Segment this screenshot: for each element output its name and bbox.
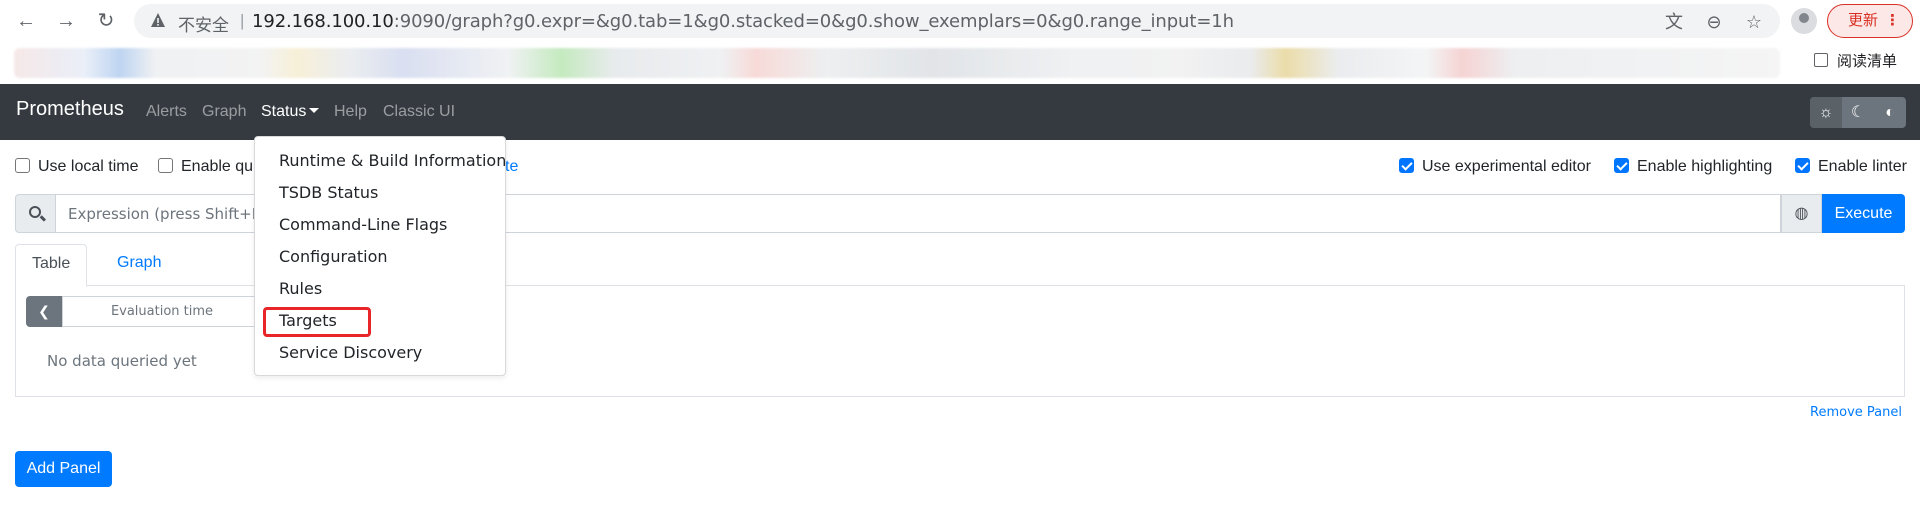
linter-label: Enable linter [1818, 158, 1907, 175]
enable-query-history-label: Enable qu [181, 158, 254, 175]
menu-item-configuration[interactable]: Configuration [279, 247, 388, 266]
reload-icon[interactable]: ↻ [94, 9, 118, 33]
bookmarks-bar [0, 42, 1920, 84]
menu-item-service-discovery[interactable]: Service Discovery [279, 343, 422, 362]
add-panel-button[interactable]: Add Panel [15, 451, 112, 487]
url-path: :9090/graph?g0.expr=&g0.tab=1&g0.stacked… [393, 11, 1234, 32]
highlighting-option[interactable]: Enable highlighting [1614, 158, 1772, 176]
menu-item-rules[interactable]: Rules [279, 279, 322, 298]
linter-option[interactable]: Enable linter [1795, 158, 1907, 176]
highlighting-label: Enable highlighting [1637, 158, 1773, 175]
use-local-time-option[interactable]: Use local time [15, 158, 138, 176]
tab-table[interactable]: Table [15, 244, 88, 287]
search-icon [29, 206, 41, 218]
caret-down-icon [309, 108, 320, 113]
nav-graph[interactable]: Graph [202, 103, 246, 121]
reading-list-button[interactable]: 阅读清单 [1814, 50, 1897, 71]
url-host: 192.168.100.10 [252, 11, 394, 32]
menu-item-runtime-build[interactable]: Runtime & Build Information [279, 151, 506, 170]
translate-icon[interactable]: 文 [1664, 12, 1684, 32]
zoom-icon[interactable]: ⊖ [1704, 12, 1724, 32]
experimental-editor-checkbox[interactable] [1399, 158, 1414, 173]
url-text[interactable]: 192.168.100.10:9090/graph?g0.expr=&g0.ta… [252, 11, 1234, 32]
enable-query-history-checkbox[interactable] [158, 158, 173, 173]
profile-avatar-icon[interactable] [1791, 8, 1817, 34]
tab-graph[interactable]: Graph [101, 244, 177, 286]
bookmark-star-icon[interactable]: ☆ [1744, 12, 1764, 32]
nav-help[interactable]: Help [334, 103, 367, 121]
sun-icon[interactable]: ☼ [1810, 97, 1842, 128]
highlighting-checkbox[interactable] [1614, 158, 1629, 173]
prometheus-navbar: Prometheus Alerts Graph Status Help Clas… [0, 84, 1920, 140]
search-addon [15, 194, 56, 233]
nav-alerts[interactable]: Alerts [146, 103, 187, 121]
enable-query-history-option[interactable]: Enable qu [158, 158, 253, 176]
nav-status-label: Status [261, 103, 307, 120]
address-bar[interactable]: 不安全 | 192.168.100.10:9090/graph?g0.expr=… [134, 4, 1780, 38]
experimental-editor-option[interactable]: Use experimental editor [1399, 158, 1591, 176]
experimental-editor-label: Use experimental editor [1422, 158, 1591, 175]
nav-classic-ui[interactable]: Classic UI [383, 103, 455, 121]
theme-toggle-group: ☼ ☾ ◐ [1810, 97, 1906, 128]
update-button[interactable]: 更新 ⋮ [1827, 4, 1913, 38]
remove-panel-link[interactable]: Remove Panel [1810, 405, 1902, 420]
reading-list-label: 阅读清单 [1837, 52, 1898, 70]
more-menu-icon: ⋮ [1885, 11, 1900, 29]
menu-item-command-line-flags[interactable]: Command-Line Flags [279, 215, 447, 234]
blurred-bookmarks [14, 48, 1780, 78]
status-dropdown-menu: Runtime & Build Information TSDB Status … [254, 136, 506, 376]
half-circle-icon[interactable]: ◐ [1874, 97, 1906, 128]
browser-toolbar: ← → ↻ 不安全 | 192.168.100.10:9090/graph?g0… [0, 0, 1920, 42]
execute-button[interactable]: Execute [1822, 194, 1905, 233]
evaluation-time-input[interactable]: Evaluation time [62, 296, 262, 327]
no-data-message: No data queried yet [47, 352, 197, 370]
use-local-time-checkbox[interactable] [15, 158, 30, 173]
use-local-time-label: Use local time [38, 158, 139, 175]
update-label: 更新 [1848, 11, 1879, 29]
insecure-label: 不安全 [178, 16, 229, 36]
forward-arrow-icon[interactable]: → [54, 9, 78, 33]
back-arrow-icon[interactable]: ← [14, 9, 38, 33]
reading-list-icon [1814, 53, 1828, 67]
address-separator: | [240, 11, 245, 30]
chevron-left-icon[interactable]: ❮ [26, 296, 62, 327]
brand-logo-text[interactable]: Prometheus [16, 98, 124, 121]
menu-item-tsdb-status[interactable]: TSDB Status [279, 183, 378, 202]
moon-icon[interactable]: ☾ [1842, 97, 1874, 128]
targets-highlight-box [263, 307, 371, 337]
metrics-explorer-globe-icon[interactable]: ◍ [1781, 194, 1822, 233]
warning-icon [151, 13, 165, 27]
nav-status[interactable]: Status [261, 103, 320, 121]
linter-checkbox[interactable] [1795, 158, 1810, 173]
hidden-link-fragment[interactable]: te [505, 158, 518, 176]
